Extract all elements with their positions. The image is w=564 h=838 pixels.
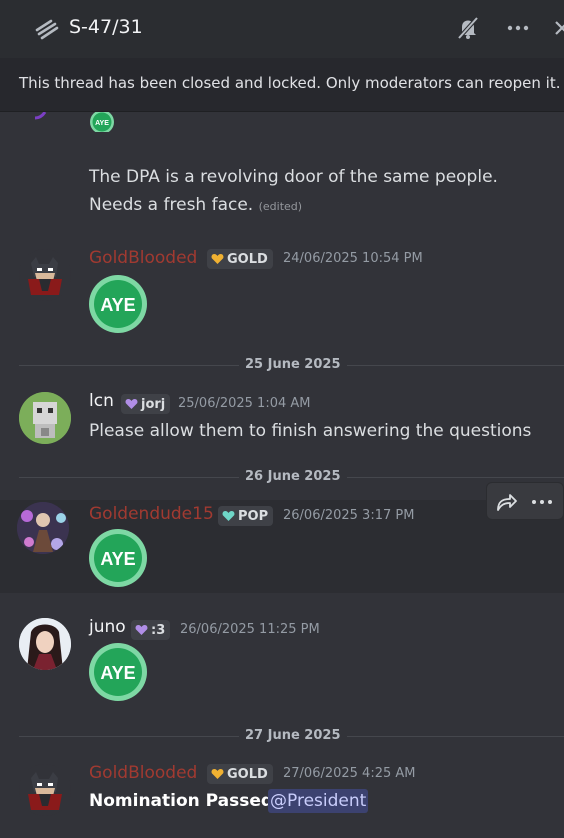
thread-title: S-47/31 [69,16,143,38]
locked-banner-text: This thread has been closed and locked. … [19,74,561,92]
message-text-line: Needs a fresh face. (edited) [89,191,302,221]
timestamp: 26/06/2025 11:25 PM [180,622,320,637]
role-tag-label: :3 [151,622,166,638]
role-tag-label: GOLD [227,766,268,782]
aye-sticker[interactable]: AYE [88,642,148,702]
username[interactable]: GoldBlooded [89,763,197,783]
thread-header: S-47/31 [0,0,564,58]
date-divider-label: 27 June 2025 [239,728,347,743]
message-text: Needs a fresh face. [89,195,254,215]
timestamp: 24/06/2025 10:54 PM [283,251,423,266]
close-icon[interactable] [554,17,564,39]
role-tag: :3 [131,620,171,640]
edited-label: (edited) [258,200,303,213]
timestamp: 26/06/2025 3:17 PM [283,508,415,523]
role-tag-label: POP [238,508,269,524]
role-mention[interactable]: @President [268,789,369,813]
batman-avatar-icon [28,772,62,810]
aye-reaction-small[interactable]: AYE [89,112,115,132]
date-divider-label: 25 June 2025 [239,357,347,372]
teal-heart-icon [222,511,235,521]
locked-thread-banner: This thread has been closed and locked. … [0,58,564,112]
aye-sticker-label: AYE [100,295,135,315]
message-row-hovered[interactable] [0,500,564,593]
username[interactable]: lcn [89,391,114,411]
message-list[interactable]: AYE The DPA is a revolving door of the s… [0,112,564,838]
batman-avatar-icon [28,257,62,295]
more-options-icon[interactable] [529,493,555,511]
message-actions-toolbar [486,482,564,520]
role-tag: jorj [121,394,171,414]
forward-icon[interactable] [495,491,517,513]
gold-heart-icon [211,769,224,779]
avatar[interactable] [17,502,69,554]
timestamp: 25/06/2025 1:04 AM [178,396,311,411]
thread-locked-icon [35,19,59,40]
purple-heart-icon [125,399,138,409]
avatar-partial [34,112,47,120]
role-tag: GOLD [207,764,273,784]
notification-bell-off-icon[interactable] [456,16,480,40]
aye-sticker[interactable]: AYE [88,274,148,334]
anime-girl-avatar-icon [19,618,71,670]
purple-heart-icon [135,625,148,635]
avatar[interactable] [19,618,71,670]
username[interactable]: GoldBlooded [89,248,197,268]
pixel-avatar-icon [19,392,71,444]
username[interactable]: Goldendude15 [89,504,214,524]
aye-sticker[interactable]: AYE [88,528,148,588]
date-divider-label: 26 June 2025 [239,469,347,484]
role-tag-label: jorj [141,396,166,412]
username[interactable]: juno [89,617,126,637]
more-options-icon[interactable] [506,18,530,38]
flower-girl-avatar-icon [17,502,69,554]
gold-heart-icon [211,254,224,264]
aye-sticker-label: AYE [100,549,135,569]
role-tag: GOLD [207,249,273,269]
avatar[interactable] [19,392,71,444]
message-text: Please allow them to finish answering th… [89,421,532,441]
role-tag-label: GOLD [227,251,268,267]
aye-small-label: AYE [95,120,109,127]
role-tag: POP [218,506,274,526]
avatar[interactable] [19,764,71,816]
timestamp: 27/06/2025 4:25 AM [283,766,416,781]
aye-sticker-label: AYE [100,663,135,683]
message-text-line: The DPA is a revolving door of the same … [89,167,498,187]
message-text: Nomination Passed. [89,791,280,811]
avatar[interactable] [19,249,71,301]
